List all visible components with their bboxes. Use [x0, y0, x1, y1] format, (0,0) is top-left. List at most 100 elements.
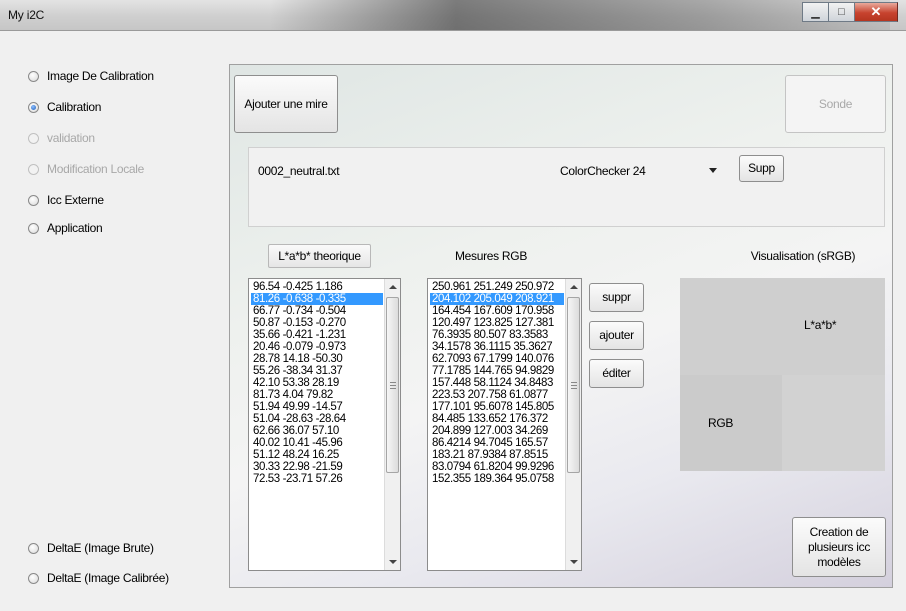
window-title: My i2C: [8, 8, 45, 22]
lab-swatch-label: L*a*b*: [804, 318, 837, 332]
lab-swatch: [680, 278, 885, 375]
list-item[interactable]: 86.4214 94.7045 165.57: [430, 437, 564, 449]
list-item[interactable]: 51.04 -28.63 -28.64: [251, 413, 383, 425]
rgb-values-items: 250.961 251.249 250.972 204.102 205.049 2…: [430, 281, 564, 485]
minimize-icon: ▁: [811, 6, 820, 19]
mode-radio-group: Image De Calibration Calibration validat…: [0, 31, 220, 611]
minimize-button[interactable]: ▁: [802, 2, 828, 22]
scroll-down-icon: [570, 560, 578, 564]
radio-calibration[interactable]: Calibration: [28, 100, 101, 114]
list-item[interactable]: 81.26 -0.638 -0.335: [251, 293, 383, 305]
lab-column-header: L*a*b* theorique: [268, 244, 371, 268]
radio-icc-externe[interactable]: Icc Externe: [28, 193, 104, 207]
radio-deltae-image-brute[interactable]: DeltaE (Image Brute): [28, 541, 154, 555]
radio-button-selected-icon: [28, 101, 39, 113]
radio-image-de-calibration[interactable]: Image De Calibration: [28, 69, 154, 83]
maximize-icon: □: [838, 6, 845, 18]
radio-label: DeltaE (Image Brute): [47, 541, 154, 555]
list-item[interactable]: 250.961 251.249 250.972: [430, 281, 564, 293]
chevron-down-icon: [709, 168, 717, 173]
list-item[interactable]: 177.101 95.6078 145.805: [430, 401, 564, 413]
scroll-up-icon: [570, 285, 578, 289]
list-item[interactable]: 51.12 48.24 16.25: [251, 449, 383, 461]
radio-application[interactable]: Application: [28, 221, 103, 235]
lab-values-list[interactable]: 96.54 -0.425 1.186 81.26 -0.638 -0.335 66.…: [248, 278, 401, 571]
list-item[interactable]: 30.33 22.98 -21.59: [251, 461, 383, 473]
title-bar: My i2C ▁ □ ✕: [0, 0, 906, 31]
chart-filename: 0002_neutral.txt: [258, 164, 340, 178]
chart-type-select[interactable]: ColorChecker 24: [556, 159, 731, 183]
list-item[interactable]: 42.10 53.38 28.19: [251, 377, 383, 389]
close-button[interactable]: ✕: [854, 2, 898, 22]
radio-button-icon: [28, 572, 39, 584]
list-item[interactable]: 55.26 -38.34 31.37: [251, 365, 383, 377]
radio-label: Image De Calibration: [47, 69, 154, 83]
list-item[interactable]: 152.355 189.364 95.0758: [430, 473, 564, 485]
rgb-swatch-label: RGB: [708, 416, 734, 430]
list-item[interactable]: 77.1785 144.765 94.9829: [430, 365, 564, 377]
radio-button-icon: [28, 132, 39, 144]
radio-label: Modification Locale: [47, 162, 145, 176]
scroll-up-icon: [389, 285, 397, 289]
scroll-down-icon: [389, 560, 397, 564]
list-item[interactable]: 96.54 -0.425 1.186: [251, 281, 383, 293]
list-item[interactable]: 204.899 127.003 34.269: [430, 425, 564, 437]
list-item[interactable]: 204.102 205.049 208.921: [430, 293, 564, 305]
radio-modification-locale: Modification Locale: [28, 162, 144, 176]
rgb-column-header: Mesures RGB: [454, 249, 528, 263]
radio-label: Icc Externe: [47, 193, 104, 207]
color-preview: L*a*b* RGB: [680, 278, 885, 471]
chart-type-value: ColorChecker 24: [560, 164, 646, 178]
list-item[interactable]: 183.21 87.9384 87.8515: [430, 449, 564, 461]
radio-button-icon: [28, 222, 39, 234]
radio-deltae-image-calibree[interactable]: DeltaE (Image Calibrée): [28, 571, 169, 585]
add-chart-button[interactable]: Ajouter une mire: [234, 75, 338, 133]
radio-validation: validation: [28, 131, 95, 145]
close-icon: ✕: [870, 4, 882, 19]
visualisation-header: Visualisation (sRGB): [750, 249, 856, 263]
probe-button: Sonde: [785, 75, 886, 133]
radio-button-icon: [28, 194, 39, 206]
list-item[interactable]: 35.66 -0.421 -1.231: [251, 329, 383, 341]
list-item[interactable]: 157.448 58.1124 34.8483: [430, 377, 564, 389]
radio-label: Calibration: [47, 100, 102, 114]
list-item[interactable]: 34.1578 36.1115 35.3627: [430, 341, 564, 353]
grip-icon: [390, 382, 396, 389]
list-item[interactable]: 20.46 -0.079 -0.973: [251, 341, 383, 353]
lab-list-scrollbar[interactable]: [384, 279, 400, 570]
list-item[interactable]: 84.485 133.652 176.372: [430, 413, 564, 425]
list-item[interactable]: 72.53 -23.71 57.26: [251, 473, 383, 485]
radio-label: Application: [47, 221, 103, 235]
list-item[interactable]: 28.78 14.18 -50.30: [251, 353, 383, 365]
list-item[interactable]: 51.94 49.99 -14.57: [251, 401, 383, 413]
list-item[interactable]: 223.53 207.758 61.0877: [430, 389, 564, 401]
list-item[interactable]: 50.87 -0.153 -0.270: [251, 317, 383, 329]
delete-value-button[interactable]: suppr: [589, 283, 644, 312]
radio-label: DeltaE (Image Calibrée): [47, 571, 169, 585]
window-controls: ▁ □ ✕: [802, 2, 898, 22]
radio-label: validation: [47, 131, 95, 145]
list-item[interactable]: 40.02 10.41 -45.96: [251, 437, 383, 449]
lab-values-items: 96.54 -0.425 1.186 81.26 -0.638 -0.335 66.…: [251, 281, 383, 485]
add-value-button[interactable]: ajouter: [589, 321, 644, 350]
radio-button-icon: [28, 70, 39, 82]
grip-icon: [571, 382, 577, 389]
maximize-button[interactable]: □: [828, 2, 854, 22]
list-item[interactable]: 76.3935 80.507 83.3583: [430, 329, 564, 341]
list-item[interactable]: 66.77 -0.734 -0.504: [251, 305, 383, 317]
list-item[interactable]: 83.0794 61.8204 99.9296: [430, 461, 564, 473]
list-item[interactable]: 62.7093 67.1799 140.076: [430, 353, 564, 365]
rgb-list-scrollbar[interactable]: [565, 279, 581, 570]
delete-chart-button[interactable]: Supp: [739, 155, 784, 182]
list-item[interactable]: 120.497 123.825 127.381: [430, 317, 564, 329]
edit-value-button[interactable]: éditer: [589, 359, 644, 388]
list-item[interactable]: 62.66 36.07 57.10: [251, 425, 383, 437]
scroll-thumb[interactable]: [567, 297, 580, 473]
scroll-thumb[interactable]: [386, 297, 399, 473]
list-item[interactable]: 81.73 4.04 79.82: [251, 389, 383, 401]
rgb-values-list[interactable]: 250.961 251.249 250.972 204.102 205.049 2…: [427, 278, 582, 571]
radio-button-icon: [28, 163, 39, 175]
radio-button-icon: [28, 542, 39, 554]
create-icc-button[interactable]: Creation de plusieurs icc modèles: [792, 517, 886, 577]
list-item[interactable]: 164.454 167.609 170.958: [430, 305, 564, 317]
